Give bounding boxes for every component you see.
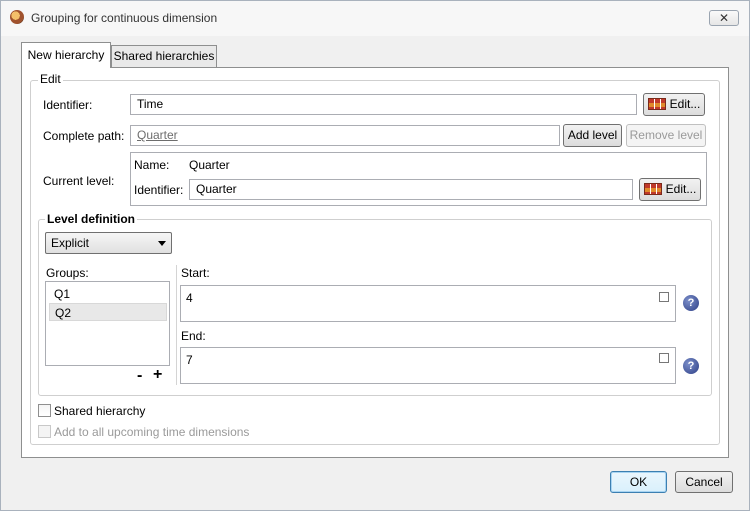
add-to-upcoming-checkbox[interactable] <box>38 425 51 438</box>
cancel-button[interactable]: Cancel <box>675 471 733 493</box>
tab-new-hierarchy[interactable]: New hierarchy <box>21 42 111 68</box>
groups-label: Groups: <box>46 266 89 280</box>
identifier-label: Identifier: <box>43 98 93 112</box>
add-level-button[interactable]: Add level <box>563 124 622 147</box>
tab-shared-hierarchies[interactable]: Shared hierarchies <box>111 45 217 67</box>
start-label: Start: <box>181 266 210 280</box>
groups-list[interactable]: Q1 Q2 <box>45 281 170 366</box>
identifier-field[interactable]: Time <box>130 94 637 115</box>
help-icon[interactable]: ? <box>683 295 699 311</box>
shared-hierarchy-checkbox[interactable] <box>38 404 51 417</box>
current-level-identifier-label: Identifier: <box>134 183 184 197</box>
start-field[interactable]: 4 <box>180 285 676 322</box>
list-item[interactable]: Q1 <box>49 285 172 303</box>
window-title: Grouping for continuous dimension <box>31 11 218 25</box>
end-label: End: <box>181 329 206 343</box>
current-level-identifier-field[interactable]: Quarter <box>189 179 633 200</box>
end-field[interactable]: 7 <box>180 347 676 384</box>
chevron-down-icon <box>158 241 166 246</box>
edit-group-legend: Edit <box>38 72 63 86</box>
add-to-upcoming-label: Add to all upcoming time dimensions <box>54 425 250 439</box>
app-icon <box>10 10 24 24</box>
grid-icon <box>643 183 662 195</box>
path-link-quarter[interactable]: Quarter <box>137 128 178 142</box>
divider <box>176 265 177 385</box>
current-level-name-value: Quarter <box>189 158 230 172</box>
expand-icon[interactable] <box>659 292 669 302</box>
current-level-edit-button-label: Edit... <box>665 182 697 196</box>
current-level-edit-button[interactable]: Edit... <box>639 178 701 201</box>
close-button[interactable]: ✕ <box>709 10 739 26</box>
add-group-button[interactable]: + <box>153 366 162 384</box>
remove-level-button[interactable]: Remove level <box>626 124 706 147</box>
complete-path-field[interactable]: Quarter <box>130 125 560 146</box>
shared-hierarchy-label: Shared hierarchy <box>54 404 146 418</box>
complete-path-label: Complete path: <box>43 129 125 143</box>
ok-button[interactable]: OK <box>610 471 667 493</box>
help-icon[interactable]: ? <box>683 358 699 374</box>
identifier-edit-button[interactable]: Edit... <box>643 93 705 116</box>
grid-icon <box>647 98 666 110</box>
list-item-selected[interactable]: Q2 <box>49 303 167 321</box>
level-definition-legend: Level definition <box>45 212 138 226</box>
level-type-dropdown[interactable]: Explicit <box>45 232 172 254</box>
current-level-label: Current level: <box>43 174 115 188</box>
current-level-name-label: Name: <box>134 158 170 172</box>
remove-group-button[interactable]: - <box>137 367 142 385</box>
expand-icon[interactable] <box>659 353 669 363</box>
identifier-edit-button-label: Edit... <box>669 97 701 111</box>
